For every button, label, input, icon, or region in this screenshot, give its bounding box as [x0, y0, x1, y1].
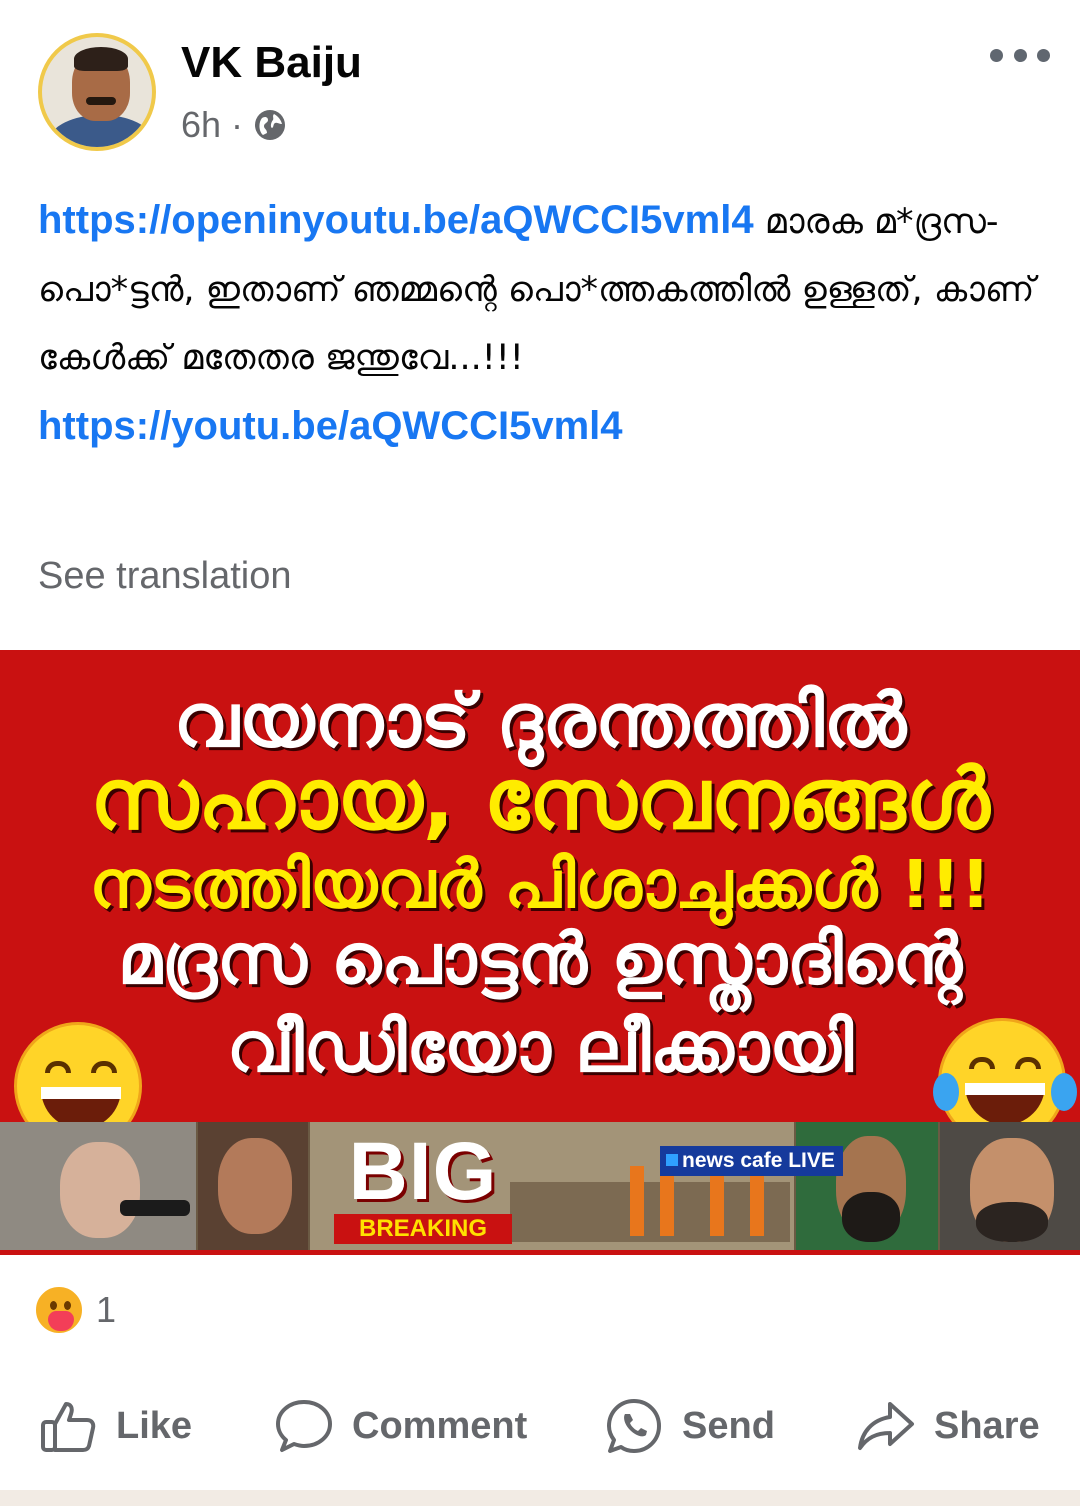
meta-separator: ·: [231, 104, 244, 145]
like-label: Like: [116, 1404, 193, 1447]
photo-panel-cleric: [796, 1122, 938, 1250]
photo-panel-man: [940, 1122, 1080, 1250]
author-avatar[interactable]: [38, 33, 156, 151]
post-link-1[interactable]: https://openinyoutu.be/aQWCCI5vml4: [38, 198, 754, 242]
breaking-text: BREAKING: [334, 1214, 512, 1244]
headline-line-3: നടത്തിയവർ പിശാചുക്കൾ !!!: [89, 846, 991, 923]
like-icon: [41, 1402, 96, 1452]
post-action-bar: Like Comment Send Share: [0, 1378, 1080, 1474]
share-button[interactable]: Share: [856, 1378, 1040, 1474]
care-reaction-icon: [34, 1285, 84, 1335]
like-button[interactable]: Like: [38, 1378, 192, 1474]
whatsapp-send-icon: [607, 1399, 661, 1453]
big-breaking-badge: BIG BREAKING: [334, 1130, 512, 1248]
see-translation-link[interactable]: See translation: [38, 555, 292, 598]
photo-panel-speaker-2: [198, 1122, 308, 1250]
share-label: Share: [934, 1404, 1040, 1447]
send-button[interactable]: Send: [604, 1378, 775, 1474]
comment-label: Comment: [352, 1404, 528, 1447]
post-time[interactable]: 6h: [181, 104, 221, 146]
reactions-summary[interactable]: 1: [34, 1285, 116, 1335]
author-name[interactable]: VK Baiju: [181, 38, 362, 88]
post-image[interactable]: വയനാട് ദുരന്തത്തിൽ സഹായ, സേവനങ്ങൾ നടത്തി…: [0, 650, 1080, 1255]
headline-line-5: വീഡിയോ ലീക്കായി: [226, 1006, 854, 1088]
post-meta: 6h ·: [181, 104, 287, 146]
comment-button[interactable]: Comment: [274, 1378, 527, 1474]
comment-icon: [276, 1400, 332, 1452]
photo-panel-speaker-1: [0, 1122, 196, 1250]
feed-divider: [0, 1490, 1080, 1506]
globe-icon: [255, 110, 286, 140]
headline-line-4: മദ്രസ പൊട്ടൻ ഉസ്താദിന്റെ: [117, 918, 963, 1000]
image-photo-strip: BIG BREAKING news cafe LIVE: [0, 1122, 1080, 1250]
post-link-2[interactable]: https://youtu.be/aQWCCI5vml4: [38, 404, 623, 448]
post-header: VK Baiju 6h ·: [0, 0, 1080, 160]
reaction-count: 1: [96, 1289, 117, 1330]
more-options-icon[interactable]: [990, 42, 1050, 68]
news-live-badge: news cafe LIVE: [660, 1146, 843, 1176]
headline-line-2: സഹായ, സേവനങ്ങൾ: [90, 750, 990, 848]
share-icon: [858, 1402, 914, 1450]
post-text: https://openinyoutu.be/aQWCCI5vml4 മാരക …: [38, 186, 1048, 462]
big-text: BIG: [348, 1126, 498, 1217]
send-label: Send: [682, 1404, 775, 1447]
